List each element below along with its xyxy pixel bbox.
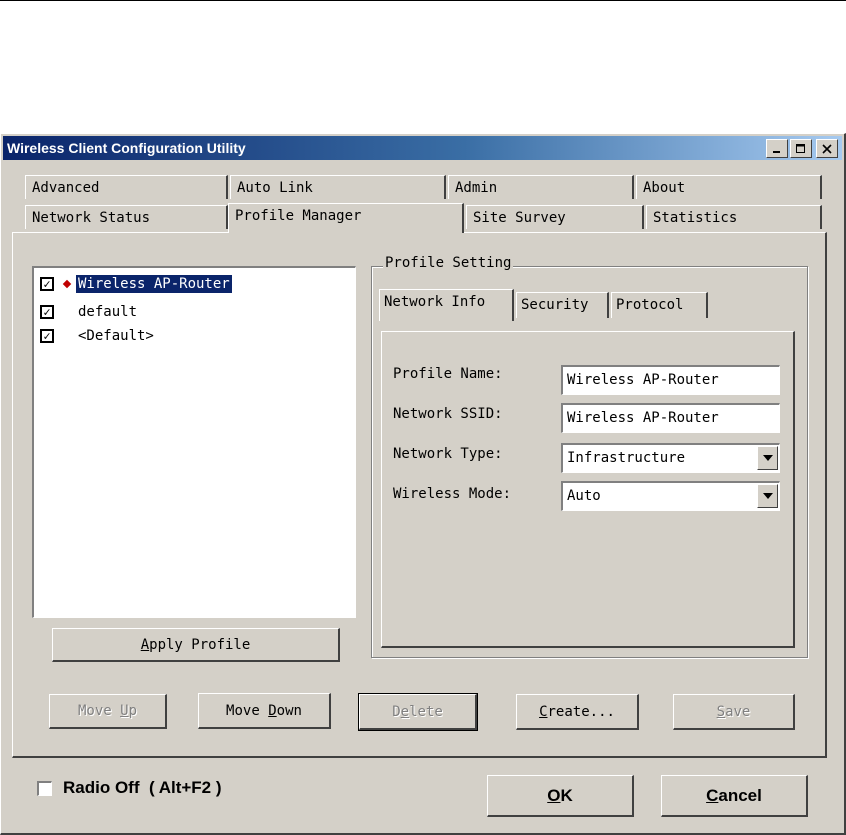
network-ssid-label: Network SSID: [393, 406, 503, 422]
profile-name-label: Profile Name: [393, 366, 503, 382]
check-icon[interactable]: ✓ [40, 305, 54, 319]
tab-profile-manager[interactable]: Profile Manager [228, 203, 464, 233]
move-up-button[interactable]: Move Up [49, 694, 167, 729]
network-ssid-field[interactable]: Wireless AP-Router [561, 403, 780, 433]
wireless-mode-label: Wireless Mode: [393, 486, 512, 502]
radio-off-checkbox[interactable] [37, 781, 52, 796]
tab-site-survey[interactable]: Site Survey [466, 205, 644, 229]
tab-auto-link[interactable]: Auto Link [230, 175, 446, 199]
apply-profile-button[interactable]: Apply Profile [52, 628, 340, 662]
profile-label: default [78, 304, 138, 320]
profile-list[interactable]: ✓ Wireless AP-Router ✓ default ✓ <Defaul… [32, 266, 356, 618]
tab-about[interactable]: About [636, 175, 822, 199]
tab-advanced[interactable]: Advanced [25, 175, 228, 199]
check-icon[interactable]: ✓ [40, 329, 54, 343]
profile-name-field[interactable]: Wireless AP-Router [561, 365, 780, 395]
tab-network-status[interactable]: Network Status [25, 205, 228, 229]
close-icon [822, 143, 832, 154]
dropdown-button[interactable] [757, 484, 778, 508]
subtab-network-info[interactable]: Network Info [379, 289, 514, 321]
title-bar-buttons [766, 139, 838, 158]
network-type-label: Network Type: [393, 446, 503, 462]
profile-label: Wireless AP-Router [75, 274, 233, 294]
save-button[interactable]: Save [673, 694, 795, 730]
create-button[interactable]: Create... [516, 694, 639, 730]
delete-button[interactable]: Delete [358, 693, 478, 731]
close-button[interactable] [816, 139, 838, 158]
network-type-value: Infrastructure [567, 450, 686, 466]
window-title: Wireless Client Configuration Utility [7, 140, 246, 156]
wireless-mode-value: Auto [567, 488, 601, 504]
dropdown-button[interactable] [757, 446, 778, 470]
move-down-button[interactable]: Move Down [198, 693, 331, 729]
tab-statistics[interactable]: Statistics [646, 205, 822, 229]
radio-off-label[interactable]: Radio Off ( Alt+F2 ) [63, 778, 222, 798]
subtab-security[interactable]: Security [516, 292, 609, 318]
title-bar[interactable]: Wireless Client Configuration Utility [3, 136, 842, 160]
network-type-select[interactable]: Infrastructure [561, 443, 780, 473]
triangle-down-icon [762, 455, 773, 461]
check-icon[interactable]: ✓ [40, 277, 54, 291]
profile-setting-label: Profile Setting [383, 255, 514, 271]
tab-admin[interactable]: Admin [448, 175, 634, 199]
triangle-down-icon [762, 493, 773, 499]
diamond-icon [62, 279, 72, 289]
cancel-button[interactable]: Cancel [661, 775, 808, 817]
minimize-button[interactable] [766, 139, 788, 158]
maximize-icon [796, 143, 805, 153]
wireless-mode-select[interactable]: Auto [561, 481, 780, 511]
profile-label: <Default> [78, 328, 154, 344]
subtab-protocol[interactable]: Protocol [611, 292, 708, 318]
list-item[interactable]: ✓ Wireless AP-Router [40, 274, 233, 294]
ok-button[interactable]: OK [487, 775, 634, 817]
top-divider-line [0, 0, 846, 1]
list-item[interactable]: ✓ <Default> [40, 326, 156, 346]
list-item[interactable]: ✓ default [40, 302, 139, 322]
minimize-icon [773, 150, 780, 153]
maximize-button[interactable] [790, 139, 812, 158]
